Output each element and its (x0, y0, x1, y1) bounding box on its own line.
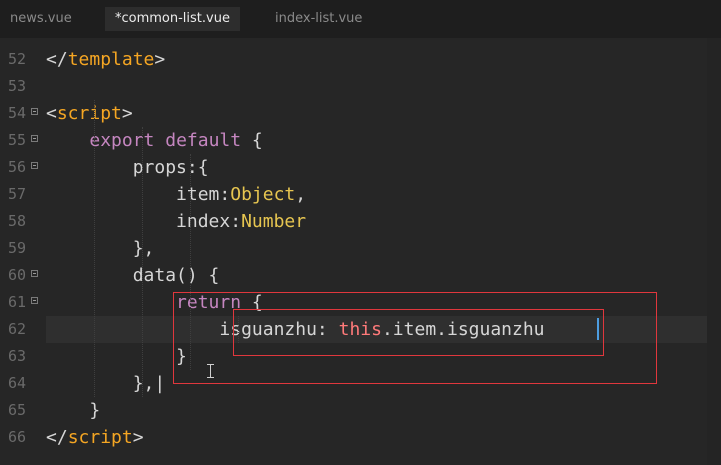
code-text: data() { (46, 265, 220, 286)
code-line[interactable]: 62 isguanzhu: this.item.isguanzhu (0, 316, 721, 343)
fold-toggle-icon[interactable] (31, 108, 38, 115)
code-line[interactable]: 66 </script> (0, 424, 721, 451)
code-text: } (46, 346, 187, 367)
text-caret (597, 318, 599, 340)
line-number: 52 (7, 50, 26, 68)
line-number: 62 (7, 320, 26, 338)
line-number: 65 (7, 401, 26, 419)
line-number: 56 (7, 158, 26, 176)
line-number: 57 (7, 185, 26, 203)
code-text: } (46, 400, 101, 421)
code-text: item:Object, (46, 184, 307, 205)
code-line[interactable]: 57 item:Object, (0, 181, 721, 208)
code-line[interactable]: 64 },| (0, 370, 721, 397)
code-line[interactable]: 58 index:Number (0, 208, 721, 235)
code-text: index:Number (46, 211, 307, 232)
indent-guide (142, 127, 143, 397)
line-number: 66 (7, 428, 26, 446)
fold-toggle-icon[interactable] (31, 297, 38, 304)
fold-toggle-icon[interactable] (31, 135, 38, 142)
code-text: return { (176, 292, 263, 313)
code-line[interactable]: 52 </template> (0, 46, 721, 73)
fold-toggle-icon[interactable] (31, 162, 38, 169)
line-number: 63 (7, 347, 26, 365)
code-text: export default { (89, 130, 263, 151)
code-text: </script> (46, 427, 144, 448)
code-text: <script> (46, 103, 133, 124)
line-number: 53 (7, 77, 26, 95)
code-line[interactable]: 61 return { (0, 289, 721, 316)
fold-toggle-icon[interactable] (31, 270, 38, 277)
line-number: 64 (7, 374, 26, 392)
indent-guide (94, 100, 95, 397)
code-text: },| (46, 373, 166, 394)
indent-guide (238, 316, 239, 343)
code-line[interactable]: 63 } (0, 343, 721, 370)
editor-scrollbar[interactable] (707, 38, 721, 465)
code-text: }, (46, 238, 155, 259)
line-number: 54 (7, 104, 26, 122)
code-line[interactable]: 60 data() { (0, 262, 721, 289)
tab-bar: news.vue *common-list.vue index-list.vue (0, 0, 721, 38)
ibeam-cursor-icon (206, 363, 215, 379)
code-line[interactable]: 56 props:{ (0, 154, 721, 181)
code-line[interactable]: 65 } (0, 397, 721, 424)
tab-index-list-vue[interactable]: index-list.vue (265, 7, 372, 31)
tab-news-vue[interactable]: news.vue (0, 7, 82, 31)
line-number: 55 (7, 131, 26, 149)
code-line[interactable]: 53 (0, 73, 721, 100)
code-line[interactable]: 59 }, (0, 235, 721, 262)
line-number: 61 (7, 293, 26, 311)
code-text: props:{ (46, 157, 209, 178)
line-number: 58 (7, 212, 26, 230)
line-number: 59 (7, 239, 26, 257)
indent-guide (190, 154, 191, 370)
tab-common-list-vue[interactable]: *common-list.vue (105, 7, 240, 31)
code-text: </template> (46, 49, 166, 70)
code-line[interactable]: 55 export default { (0, 127, 721, 154)
line-number: 60 (7, 266, 26, 284)
code-text: isguanzhu: this.item.isguanzhu (46, 319, 545, 340)
code-editor[interactable]: 52 </template> 53 54 <script> 55 export defau… (0, 38, 721, 465)
code-line[interactable]: 54 <script> (0, 100, 721, 127)
